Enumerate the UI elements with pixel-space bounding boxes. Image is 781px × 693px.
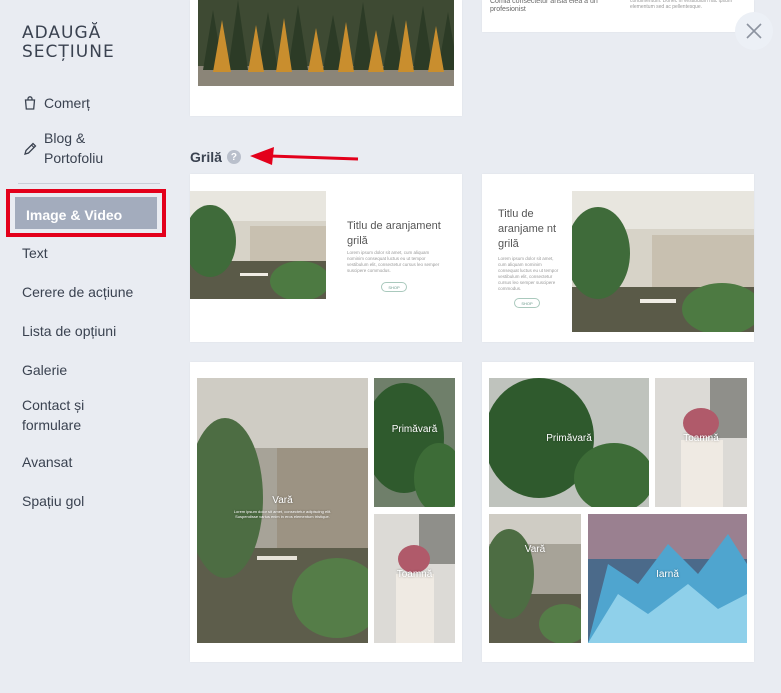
card-text-right: condimentum. Donec in vestibulum hac ips…	[630, 0, 732, 10]
close-icon	[746, 23, 762, 39]
close-button[interactable]	[735, 12, 773, 50]
layout-card-text[interactable]: Comia consectetur ansia elea a un profes…	[482, 0, 754, 32]
grid-card-title: Titlu de aranjament grilă	[347, 220, 441, 247]
patio-image	[190, 191, 326, 299]
autumn-image: Toamnă	[374, 514, 455, 643]
grid-card-title: Titlu de aranjame nt grilă	[498, 208, 557, 250]
sidebar-item-contact[interactable]: Contact și formulare	[22, 395, 132, 435]
layout-card-seasons-2[interactable]: Primăvară Toamnă Vară Iarnă	[482, 362, 754, 662]
season-label: Iarnă	[656, 569, 679, 580]
grid-card-button: SHOP	[514, 298, 540, 308]
help-icon[interactable]: ?	[226, 150, 241, 164]
sidebar-item-comert[interactable]: Comerț	[22, 93, 90, 113]
season-label: Primăvară	[391, 424, 438, 435]
sidebar-item-label: Comerț	[44, 95, 90, 111]
summer-image: Vară	[489, 514, 581, 643]
sidebar-item-image-video[interactable]: Image & Video	[6, 189, 166, 237]
sidebar-divider	[18, 183, 160, 184]
sidebar-item-spatiu[interactable]: Spațiu gol	[22, 491, 84, 511]
sidebar-item-label: Image & Video	[26, 207, 123, 223]
sidebar-item-cerere[interactable]: Cerere de acțiune	[22, 282, 133, 302]
layout-card-forest[interactable]	[190, 0, 462, 116]
sidebar-item-label: Blog & Portofoliu	[44, 130, 104, 166]
sidebar-item-avansat[interactable]: Avansat	[22, 452, 72, 472]
season-label: Vară	[272, 495, 293, 506]
card-text-left: Comia consectetur ansia elea a un profes…	[490, 0, 598, 13]
patio-image	[572, 191, 754, 332]
sidebar-item-lista[interactable]: Lista de opțiuni	[22, 321, 116, 341]
sidebar-item-text[interactable]: Text	[22, 243, 48, 263]
season-label: Toamnă	[396, 569, 433, 580]
sidebar-item-blog[interactable]: Blog & Portofoliu	[22, 128, 132, 168]
sidebar-item-galerie[interactable]: Galerie	[22, 360, 67, 380]
layout-card-seasons-1[interactable]: Vară Lorem ipsum dolor sit amet, consect…	[190, 362, 462, 662]
season-label: Toamnă	[683, 433, 719, 444]
active-highlight: Image & Video	[15, 197, 157, 229]
season-label: Primăvară	[546, 433, 592, 444]
sidebar-title: ADAUGĂ SECȚIUNE	[22, 23, 115, 62]
grid-card-button: SHOP	[381, 282, 407, 292]
season-caption: Lorem ipsum dolor sit amet, consectetur …	[233, 509, 332, 519]
section-label-grila: Grilă ?	[190, 149, 241, 165]
spring-image: Primăvară	[489, 378, 649, 507]
summer-image: Vară Lorem ipsum dolor sit amet, consect…	[197, 378, 368, 643]
layout-card-grid-2[interactable]: Titlu de aranjame nt grilă Lorem ipsum d…	[482, 174, 754, 342]
layout-card-grid-1[interactable]: Titlu de aranjament grilă Lorem ipsum do…	[190, 174, 462, 342]
edit-icon	[24, 142, 37, 155]
forest-image	[198, 0, 454, 86]
spring-image: Primăvară	[374, 378, 455, 507]
section-title: Grilă	[190, 149, 222, 165]
bag-icon	[24, 96, 36, 110]
grid-card-body: Lorem ipsum dolor sit amet, cum aliquam …	[498, 256, 559, 291]
red-arrow-annotation	[250, 147, 359, 165]
grid-card-body: Lorem ipsum dolor sit amet, cum aliquam …	[347, 250, 440, 273]
sidebar: ADAUGĂ SECȚIUNE Comerț Blog & Portofoliu…	[0, 0, 172, 693]
autumn-image: Toamnă	[655, 378, 747, 507]
season-label: Vară	[524, 544, 546, 555]
winter-image: Iarnă	[588, 514, 747, 643]
